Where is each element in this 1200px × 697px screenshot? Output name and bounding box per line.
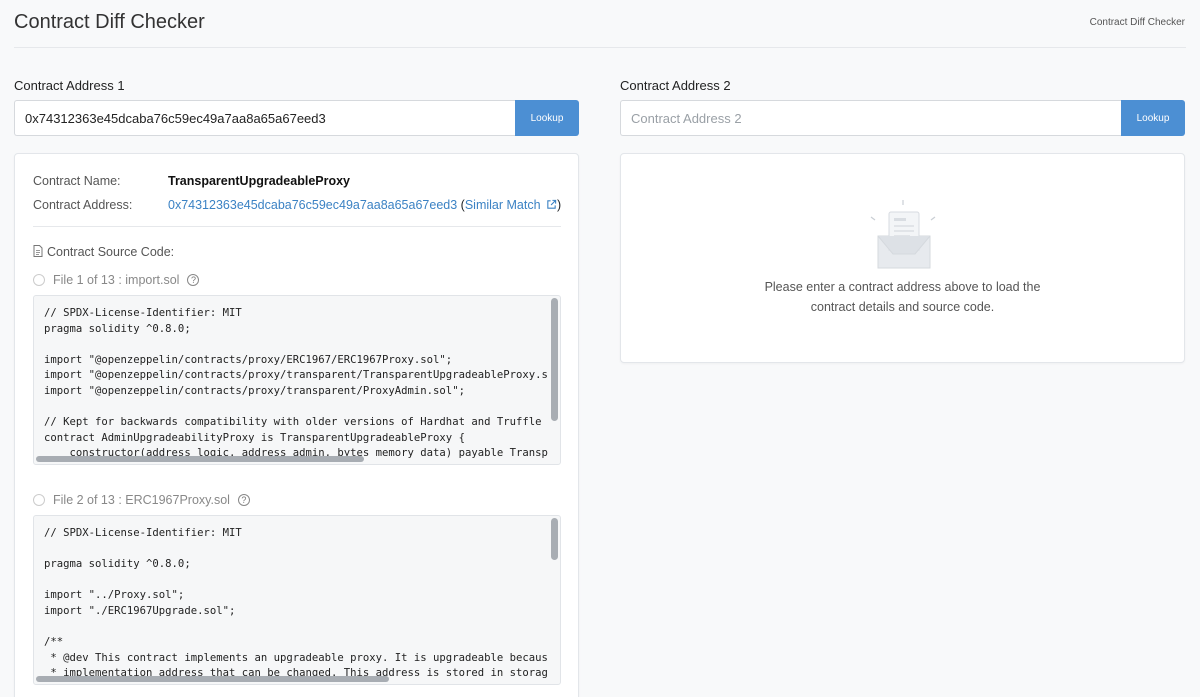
file-1-vertical-scrollbar[interactable] (551, 298, 558, 421)
file-2-code-box[interactable]: // SPDX-License-Identifier: MIT pragma s… (33, 515, 561, 685)
page-title: Contract Diff Checker (14, 11, 205, 33)
contract-address-2-label: Contract Address 2 (620, 78, 731, 93)
contract-address-1-input[interactable] (14, 100, 515, 136)
lookup-group-2: Lookup (620, 100, 1185, 136)
contract-address-row: Contract Address: 0x74312363e45dcaba76c59… (33, 198, 561, 212)
file-2-code: // SPDX-License-Identifier: MIT pragma s… (44, 527, 548, 680)
contract-name-row: Contract Name: TransparentUpgradeableProx… (33, 174, 350, 188)
header: Contract Diff Checker Contract Diff Chec… (14, 0, 1186, 48)
file-2-vertical-scrollbar[interactable] (551, 518, 558, 560)
empty-state-line-2: contract details and source code. (810, 300, 995, 314)
lookup-button-2[interactable]: Lookup (1121, 100, 1185, 136)
lookup-group-1: Lookup (14, 100, 579, 136)
similar-close-paren: ) (557, 198, 562, 212)
contract-address-2-input[interactable] (620, 100, 1121, 136)
document-icon (33, 245, 43, 257)
file-1-code-box[interactable]: // SPDX-License-Identifier: MIT pragma s… (33, 295, 561, 465)
contract-address-1-label: Contract Address 1 (14, 78, 125, 93)
lookup-button-1[interactable]: Lookup (515, 100, 579, 136)
source-code-title-text: Contract Source Code: (47, 245, 175, 259)
file-1-radio[interactable] (33, 274, 45, 286)
similar-match-label: Similar Match (464, 198, 541, 212)
empty-inbox-icon (870, 200, 936, 269)
file-1-code: // SPDX-License-Identifier: MIT pragma s… (44, 307, 548, 464)
empty-state-line-1: Please enter a contract address above to… (764, 280, 1041, 294)
help-icon[interactable]: ? (187, 274, 200, 286)
contract-address-link[interactable]: 0x74312363e45dcaba76c59ec49a7aa8a65a67ee… (168, 198, 457, 212)
file-1-horizontal-scrollbar[interactable] (36, 456, 364, 462)
contract-details-card-1: Contract Name: TransparentUpgradeableProx… (14, 153, 579, 697)
file-2-radio[interactable] (33, 494, 45, 506)
file-1-row: File 1 of 13 : import.sol ? (33, 273, 200, 287)
similar-match-link[interactable]: Similar Match (465, 198, 557, 212)
file-1-label: File 1 of 13 : import.sol (53, 273, 180, 287)
external-link-icon (547, 199, 557, 209)
divider (33, 226, 561, 227)
source-code-title: Contract Source Code: (33, 245, 174, 259)
contract-name-value: TransparentUpgradeableProxy (168, 174, 351, 188)
help-icon[interactable]: ? (237, 494, 250, 506)
file-2-horizontal-scrollbar[interactable] (36, 676, 389, 682)
contract-address-key: Contract Address: (33, 198, 133, 212)
empty-state-card: Please enter a contract address above to… (620, 153, 1185, 363)
breadcrumb[interactable]: Contract Diff Checker (1090, 17, 1185, 28)
file-2-label: File 2 of 13 : ERC1967Proxy.sol (53, 493, 230, 507)
file-2-row: File 2 of 13 : ERC1967Proxy.sol ? (33, 493, 250, 507)
contract-name-key: Contract Name: (33, 174, 121, 188)
